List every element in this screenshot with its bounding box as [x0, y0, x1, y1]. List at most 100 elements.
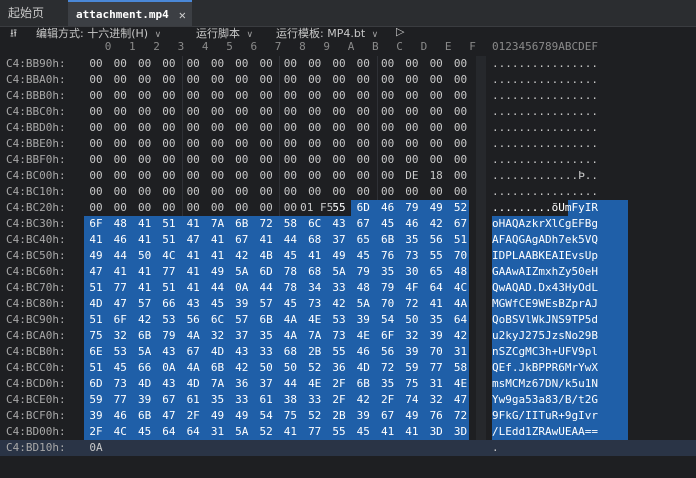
ascii-text[interactable]: .........õUmFyIR: [492, 200, 598, 216]
hex-byte[interactable]: 00: [280, 104, 300, 120]
hex-byte[interactable]: 00: [378, 120, 398, 136]
hex-byte[interactable]: 41: [135, 280, 155, 296]
hex-byte[interactable]: 00: [451, 120, 471, 136]
hex-byte[interactable]: 57: [256, 296, 276, 312]
hex-row[interactable]: C4:BC70h: 51 77 41 51 41 44 0A 44 78 34 33 48 79 4F 64 4…: [0, 280, 696, 296]
hex-byte[interactable]: 64: [159, 424, 179, 440]
hex-byte[interactable]: 4D: [86, 296, 106, 312]
hex-byte[interactable]: 55: [329, 424, 349, 440]
hex-byte[interactable]: 61: [183, 392, 203, 408]
hex-byte[interactable]: 00: [135, 152, 155, 168]
hex-byte[interactable]: 77: [159, 264, 179, 280]
hex-byte[interactable]: 00: [280, 56, 300, 72]
hex-byte[interactable]: 00: [256, 72, 276, 88]
hex-byte[interactable]: 49: [232, 408, 252, 424]
hex-byte[interactable]: 39: [353, 312, 373, 328]
hex-byte[interactable]: 00: [135, 120, 155, 136]
hex-byte[interactable]: 75: [402, 376, 422, 392]
hex-byte[interactable]: 39: [353, 408, 373, 424]
hex-byte[interactable]: 70: [451, 248, 471, 264]
hex-byte[interactable]: 6B: [256, 312, 276, 328]
hex-byte[interactable]: 00: [110, 168, 130, 184]
hex-byte[interactable]: 00: [402, 136, 422, 152]
hex-byte[interactable]: 00: [305, 152, 325, 168]
hex-byte[interactable]: 4C: [451, 280, 471, 296]
hex-byte[interactable]: 49: [402, 408, 422, 424]
hex-row[interactable]: C4:BBF0h: 00 00 00 00 00 00 00 00 00 00 00 00 00 00 00 0…: [0, 152, 696, 168]
hex-byte[interactable]: 6F: [110, 312, 130, 328]
hex-byte[interactable]: 44: [280, 232, 300, 248]
hex-byte[interactable]: 6B: [135, 408, 155, 424]
hex-byte[interactable]: 46: [353, 344, 373, 360]
hex-byte[interactable]: 41: [183, 264, 203, 280]
hex-byte[interactable]: 00: [159, 152, 179, 168]
hex-byte[interactable]: 00: [110, 56, 130, 72]
hex-byte[interactable]: 51: [159, 232, 179, 248]
hex-byte[interactable]: 0A: [86, 440, 106, 456]
hex-byte[interactable]: 73: [110, 376, 130, 392]
hex-byte[interactable]: 35: [378, 264, 398, 280]
hex-byte[interactable]: 57: [232, 312, 252, 328]
hex-row[interactable]: C4:BCC0h: 51 45 66 0A 4A 6B 42 50 50 52 36 4D 72 59 77 5…: [0, 360, 696, 376]
hex-row[interactable]: C4:BC50h: 49 44 50 4C 41 41 42 4B 45 41 49 45 76 73 55 7…: [0, 248, 696, 264]
hex-byte[interactable]: 00: [305, 56, 325, 72]
hex-byte[interactable]: 64: [426, 280, 446, 296]
hex-byte[interactable]: 54: [378, 312, 398, 328]
hex-byte[interactable]: 00: [280, 152, 300, 168]
hex-byte[interactable]: 00: [353, 72, 373, 88]
hex-byte[interactable]: 00: [232, 168, 252, 184]
hex-byte[interactable]: 00: [135, 184, 155, 200]
hex-row[interactable]: C4:BCE0h: 59 77 39 67 61 35 33 61 38 33 2F 42 2F 74 32 4…: [0, 392, 696, 408]
hex-byte[interactable]: 73: [305, 296, 325, 312]
hex-byte[interactable]: 33: [232, 392, 252, 408]
hex-byte[interactable]: 68: [305, 232, 325, 248]
hex-byte[interactable]: 00: [305, 104, 325, 120]
hex-byte[interactable]: 45: [353, 424, 373, 440]
hex-byte[interactable]: 41: [110, 264, 130, 280]
hex-byte[interactable]: 2F: [329, 376, 349, 392]
ascii-text[interactable]: nSZCgMC3h+UFV9pl: [492, 344, 598, 360]
hex-byte[interactable]: 45: [208, 296, 228, 312]
hex-byte[interactable]: 47: [451, 392, 471, 408]
hex-byte[interactable]: 75: [86, 328, 106, 344]
ascii-text[interactable]: QoBSVlWkJNS9TP5d: [492, 312, 598, 328]
hex-byte[interactable]: 59: [86, 392, 106, 408]
hex-byte[interactable]: 6B: [378, 232, 398, 248]
hex-byte[interactable]: 6C: [208, 312, 228, 328]
hex-byte[interactable]: 42: [232, 248, 252, 264]
hex-byte[interactable]: 78: [280, 264, 300, 280]
hex-byte[interactable]: 00: [402, 120, 422, 136]
hex-byte[interactable]: 47: [183, 232, 203, 248]
hex-byte[interactable]: 51: [451, 232, 471, 248]
hex-byte[interactable]: 00: [110, 120, 130, 136]
hex-byte[interactable]: 35: [256, 328, 276, 344]
hex-byte[interactable]: 00: [256, 152, 276, 168]
hex-byte[interactable]: 5A: [353, 296, 373, 312]
hex-byte[interactable]: 00: [183, 120, 203, 136]
hex-row[interactable]: C4:BC80h: 4D 47 57 66 43 45 39 57 45 73 42 5A 70 72 41 4…: [0, 296, 696, 312]
hex-byte[interactable]: 00: [135, 72, 155, 88]
hex-byte[interactable]: 56: [183, 312, 203, 328]
hex-byte[interactable]: 52: [305, 360, 325, 376]
hex-byte[interactable]: 00: [110, 88, 130, 104]
hex-byte[interactable]: 00: [232, 152, 252, 168]
hex-byte[interactable]: 45: [280, 248, 300, 264]
ascii-text[interactable]: oHAQAzkrXlCgEFBg: [492, 216, 598, 232]
hex-byte[interactable]: 76: [426, 408, 446, 424]
hex-byte[interactable]: DE: [402, 168, 422, 184]
hex-byte[interactable]: 6D: [256, 264, 276, 280]
hex-byte[interactable]: 54: [256, 408, 276, 424]
hex-byte[interactable]: 44: [256, 280, 276, 296]
ascii-text[interactable]: Yw9ga53a83/B/t2G: [492, 392, 598, 408]
hex-byte[interactable]: 49: [86, 248, 106, 264]
hex-byte[interactable]: 00: [402, 152, 422, 168]
hex-byte[interactable]: 00: [426, 56, 446, 72]
hex-row[interactable]: C4:BBA0h: 00 00 00 00 00 00 00 00 00 00 00 00 00 00 00 0…: [0, 72, 696, 88]
hex-byte[interactable]: 7A: [208, 376, 228, 392]
hex-byte[interactable]: 00: [451, 152, 471, 168]
hex-byte[interactable]: 70: [378, 296, 398, 312]
hex-byte[interactable]: 0A: [232, 280, 252, 296]
hex-byte[interactable]: 42: [426, 216, 446, 232]
hex-byte[interactable]: 00: [208, 88, 228, 104]
hex-byte[interactable]: 00: [426, 72, 446, 88]
